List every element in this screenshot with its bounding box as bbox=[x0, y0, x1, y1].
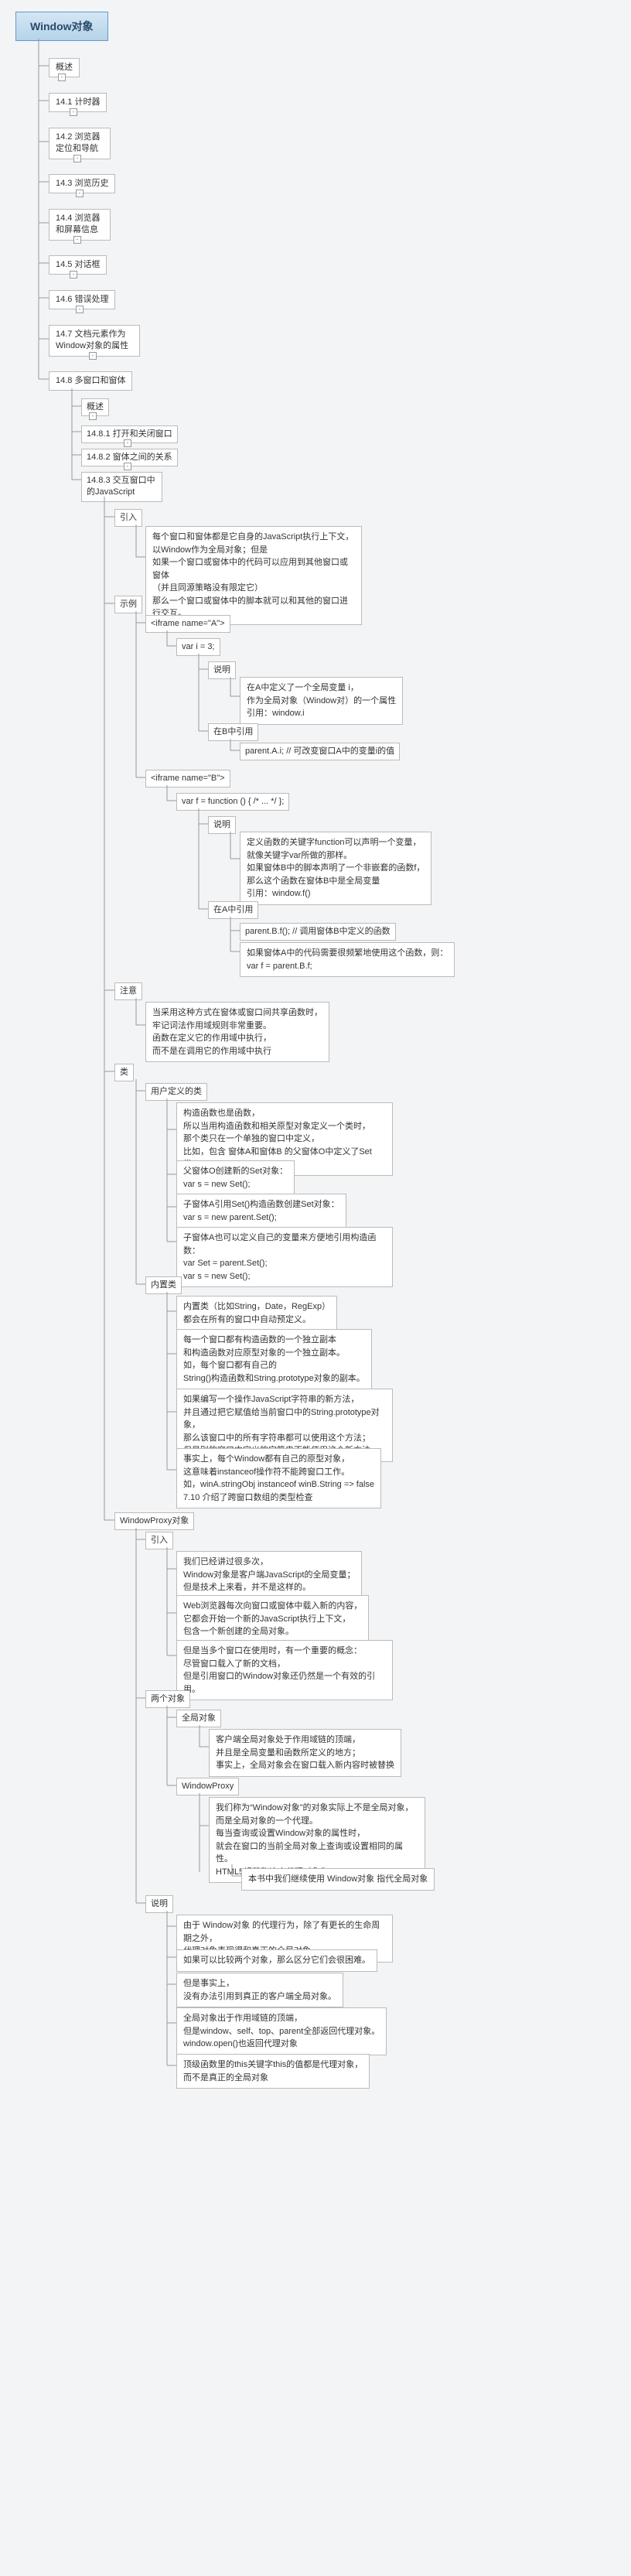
iframe-a-expl-txt: 在A中定义了一个全局变量 i， 作为全局对象（Window对）的一个属性 引用：… bbox=[240, 677, 403, 725]
js-intro-text: 每个窗口和窗体都是它自身的JavaScript执行上下文， 以Window作为全… bbox=[145, 526, 362, 625]
proxy-global-text: 客户端全局对象处于作用域链的顶端， 并且是全局变量和函数所定义的地方； 事实上，… bbox=[209, 1729, 401, 1777]
sec-timers[interactable]: 14.1 计时器 bbox=[49, 93, 107, 112]
proxy-label[interactable]: WindowProxy对象 bbox=[114, 1512, 194, 1530]
js-note-text: 当采用这种方式在窗体或窗口间共享函数时， 牢记词法作用域规则非常重要。 函数在定… bbox=[145, 1002, 329, 1062]
js-intro-label[interactable]: 引入 bbox=[114, 509, 142, 527]
proxy-intro-t2: Web浏览器每次向窗口或窗体中载入新的内容， 它都会开始一个新的JavaScri… bbox=[176, 1595, 369, 1643]
cls-user-label[interactable]: 用户定义的类 bbox=[145, 1083, 207, 1101]
toggle-icon[interactable] bbox=[89, 412, 97, 420]
toggle-icon[interactable] bbox=[76, 190, 84, 197]
proxy-intro-t1: 我们已经讲过很多次， Window对象是客户端JavaScript的全局变量； … bbox=[176, 1551, 362, 1599]
cls-builtin-label[interactable]: 内置类 bbox=[145, 1276, 182, 1294]
toggle-icon[interactable] bbox=[58, 73, 66, 81]
iframe-a: <iframe name="A"> bbox=[145, 615, 230, 633]
proxy-global-label[interactable]: 全局对象 bbox=[176, 1710, 221, 1727]
iframe-b: <iframe name="B"> bbox=[145, 770, 230, 787]
proxy-expl-t2: 如果可以比较两个对象，那么区分它们会很困难。 bbox=[176, 1949, 377, 1972]
toggle-icon[interactable] bbox=[70, 271, 77, 278]
toggle-icon[interactable] bbox=[124, 463, 131, 470]
toggle-icon[interactable] bbox=[89, 352, 97, 360]
iframe-b-ina-txt: 如果窗体A中的代码需要很频繁地使用这个函数，则： var f = parent.… bbox=[240, 942, 455, 977]
iframe-b-expl-txt: 定义函数的关键字function可以声明一个变量， 就像关键字var所做的那样。… bbox=[240, 832, 431, 905]
cls-user-t4: 子窗体A也可以定义自己的变量来方便地引用构造函数： var Set = pare… bbox=[176, 1227, 393, 1287]
proxy-wp-label[interactable]: WindowProxy bbox=[176, 1778, 239, 1795]
iframe-b-ina-code: parent.B.f(); // 调用窗体B中定义的函数 bbox=[240, 923, 396, 941]
toggle-icon[interactable] bbox=[124, 439, 131, 447]
proxy-wp-foot: 本书中我们继续使用 Window对象 指代全局对象 bbox=[241, 1868, 435, 1891]
cls-builtin-t2: 每一个窗口都有构造函数的一个独立副本 和构造函数对应原型对象的一个独立副本。 如… bbox=[176, 1329, 372, 1389]
toggle-icon[interactable] bbox=[76, 306, 84, 313]
cls-builtin-t4: 事实上，每个Window都有自己的原型对象， 这意味着instanceof操作符… bbox=[176, 1448, 381, 1508]
s8-3[interactable]: 14.8.3 交互窗口中的JavaScript bbox=[81, 472, 162, 502]
iframe-b-var: var f = function () { /* ... */ }; bbox=[176, 793, 289, 811]
cls-user-t3: 子窗体A引用Set()构造函数创建Set对象： var s = new pare… bbox=[176, 1194, 346, 1228]
iframe-a-var: var i = 3; bbox=[176, 638, 220, 656]
proxy-intro-label[interactable]: 引入 bbox=[145, 1532, 173, 1549]
cls-builtin-t1: 内置类（比如String，Date，RegExp） 都会在所有的窗口中自动预定义… bbox=[176, 1296, 337, 1331]
proxy-expl-label[interactable]: 说明 bbox=[145, 1895, 173, 1913]
js-cls-label[interactable]: 类 bbox=[114, 1064, 134, 1081]
js-example-label[interactable]: 示例 bbox=[114, 596, 142, 613]
sec-dialogs[interactable]: 14.5 对话框 bbox=[49, 255, 107, 275]
iframe-a-inb[interactable]: 在B中引用 bbox=[208, 723, 258, 741]
sec-multi-window[interactable]: 14.8 多窗口和窗体 bbox=[49, 371, 132, 391]
cls-user-t2: 父窗体O创建新的Set对象： var s = new Set(); bbox=[176, 1160, 295, 1195]
iframe-a-inb-code: parent.A.i; // 可改变窗口A中的变量i的值 bbox=[240, 743, 400, 760]
proxy-expl-t4: 全局对象出于作用域链的顶端， 但是window、self、top、parent全… bbox=[176, 2007, 387, 2055]
js-note-label[interactable]: 注意 bbox=[114, 982, 142, 1000]
proxy-two-label[interactable]: 两个对象 bbox=[145, 1690, 190, 1708]
iframe-b-ina[interactable]: 在A中引用 bbox=[208, 901, 258, 919]
proxy-expl-t5: 顶级函数里的this关键字this的值都是代理对象， 而不是真正的全局对象 bbox=[176, 2054, 370, 2089]
toggle-icon[interactable] bbox=[70, 108, 77, 116]
toggle-icon[interactable] bbox=[73, 155, 81, 162]
iframe-b-expl[interactable]: 说明 bbox=[208, 816, 236, 834]
root-node[interactable]: Window对象 bbox=[15, 12, 108, 41]
proxy-expl-t3: 但是事实上， 没有办法引用到真正的客户端全局对象。 bbox=[176, 1973, 343, 2007]
iframe-a-expl[interactable]: 说明 bbox=[208, 661, 236, 679]
proxy-intro-t3: 但是当多个窗口在使用时，有一个重要的概念： 尽管窗口载入了新的文档， 但是引用窗… bbox=[176, 1640, 393, 1700]
toggle-icon[interactable] bbox=[73, 236, 81, 244]
